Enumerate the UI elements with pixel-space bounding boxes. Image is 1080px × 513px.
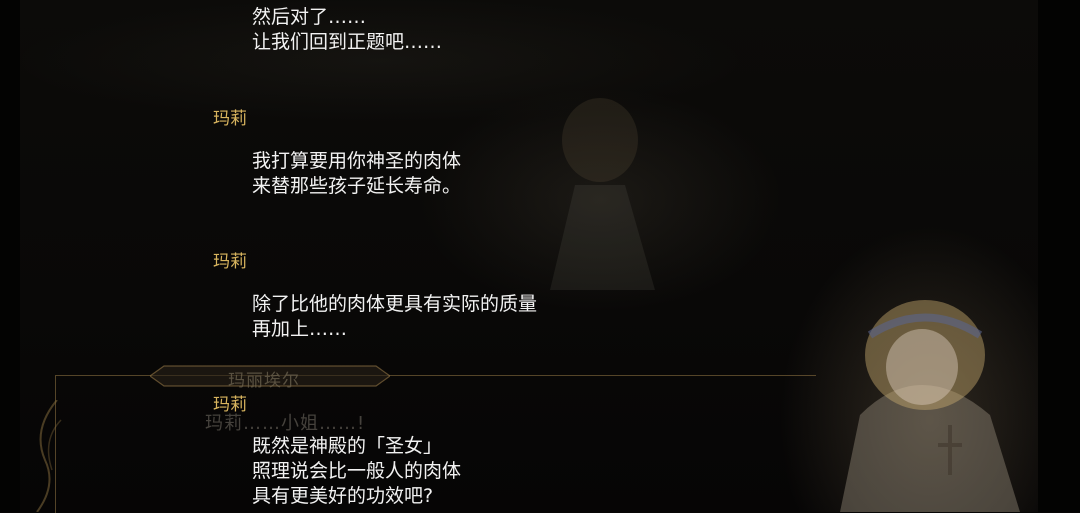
backlog-speaker-name: 玛莉 <box>213 252 247 272</box>
backlog-line: 让我们回到正题吧…… <box>252 31 443 53</box>
backlog-line: 既然是神殿的「圣女」 <box>252 435 443 457</box>
backlog-speaker-name: 玛莉 <box>213 109 247 129</box>
backlog-line: 具有更美好的功效吧? <box>252 485 434 507</box>
backlog-line: 除了比他的肉体更具有实际的质量 <box>252 293 538 315</box>
backlog-panel[interactable]: 然后对了…… 让我们回到正题吧…… 玛莉 我打算要用你神圣的肉体 来替那些孩子延… <box>0 0 1080 512</box>
backlog-line: 再加上…… <box>252 318 348 340</box>
backlog-line: 然后对了…… <box>252 6 367 28</box>
backlog-line: 我打算要用你神圣的肉体 <box>252 150 462 172</box>
backlog-line: 来替那些孩子延长寿命。 <box>252 175 462 197</box>
backlog-speaker-name: 玛莉 <box>213 395 247 415</box>
backlog-line: 照理说会比一般人的肉体 <box>252 460 462 482</box>
